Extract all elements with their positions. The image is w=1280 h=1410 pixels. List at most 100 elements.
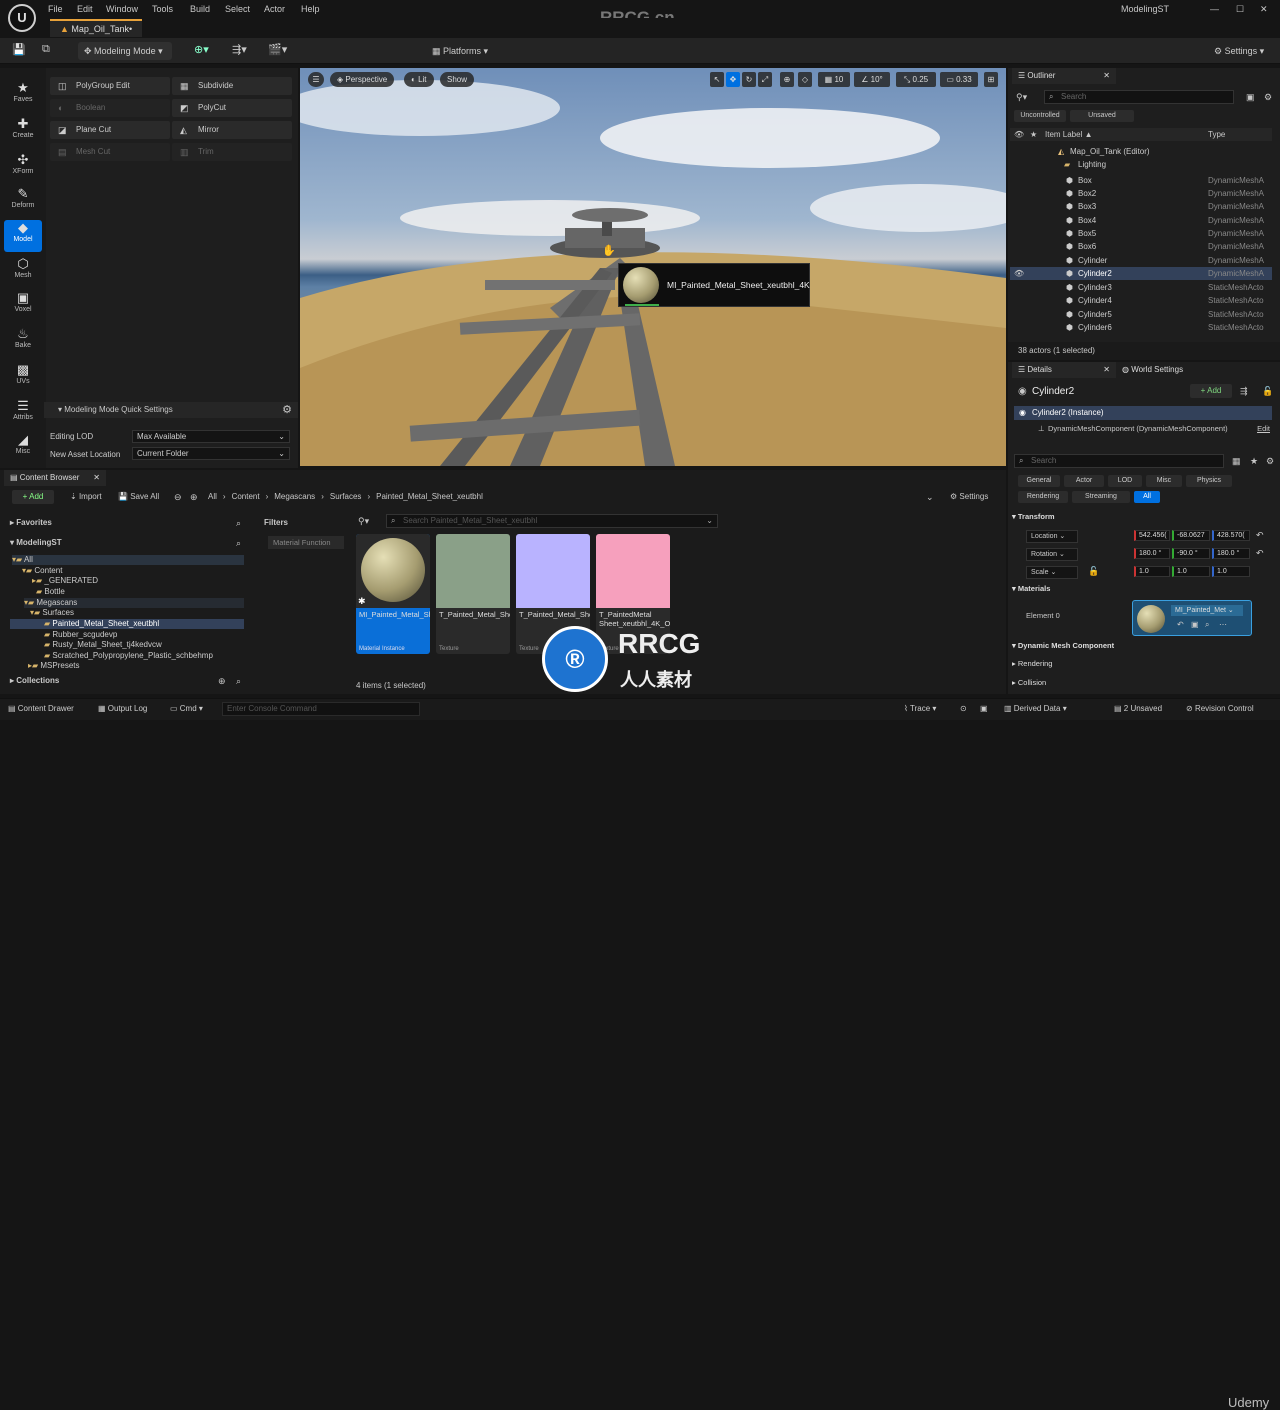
list-item[interactable]: ⬢ Box3 DynamicMeshA [1010,200,1272,213]
project-header[interactable]: ▾ ModelingST [10,538,62,547]
world-settings-tab[interactable]: ◍ World Settings [1120,362,1183,378]
polycut-tool[interactable]: ◩ PolyCut [172,99,292,117]
type-column[interactable]: Type [1208,128,1225,141]
maximize-icon[interactable]: ☐ [1236,4,1244,15]
screenshot-icon[interactable]: ▣ [980,704,988,713]
lock-icon[interactable]: 🔓 [1088,566,1099,577]
grid-snap[interactable]: ▦ 10 [818,72,850,87]
blueprint-icon[interactable]: ⇶▾ [232,43,247,56]
filter-material-function[interactable]: Material Function [268,536,344,549]
filter-rendering[interactable]: Rendering [1018,491,1068,503]
scale-y-field[interactable]: 1.0 [1172,566,1210,577]
platforms-button[interactable]: ▦ Platforms ▾ [426,42,498,60]
filter-icon[interactable]: ⚲▾ [1016,92,1027,103]
tree-item-megascans[interactable]: ▾▰ Megascans [24,598,244,608]
outliner-search-input[interactable]: ⌕ Search [1044,90,1234,104]
lock-icon[interactable]: 🔓 [1262,386,1273,397]
edit-link[interactable]: Edit [1257,422,1270,436]
add-component-button[interactable]: + Add [1190,384,1232,398]
tree-item-bottle[interactable]: ▰ Bottle [36,587,65,597]
settings-icon[interactable]: ⚙ [1266,456,1274,467]
chevron-down-icon[interactable]: ⌄ [926,492,934,503]
location-y-field[interactable]: -68.0627 [1172,530,1210,541]
reset-icon[interactable]: ↶ [1256,530,1264,541]
filter-lod[interactable]: LOD [1108,475,1142,487]
menu-help[interactable]: Help [301,4,320,14]
settings-button[interactable]: ⚙ Settings ▾ [1208,42,1274,60]
uncontrolled-filter[interactable]: Uncontrolled [1014,110,1066,122]
perspective-button[interactable]: ◈ Perspective [330,72,395,87]
scale-snap[interactable]: ⤡ 0.25 [896,72,936,87]
output-log-button[interactable]: ▦ Output Log [98,704,147,713]
subdivide-tool[interactable]: ▦ Subdivide [172,77,292,95]
list-item[interactable]: ⬢ Box6 DynamicMeshA [1010,240,1272,253]
transform-section[interactable]: ▾ Transform [1012,510,1055,524]
cinematics-icon[interactable]: 🎬▾ [268,43,287,56]
menu-file[interactable]: File [48,4,63,14]
minimize-icon[interactable]: — [1210,4,1219,14]
lit-button[interactable]: ◐ Lit [404,72,434,87]
save-icon[interactable]: 💾 [12,43,26,56]
rotation-z-field[interactable]: 180.0 ° [1212,548,1250,559]
search-icon[interactable]: ⌕ [236,538,241,549]
category-attribs[interactable]: ☰ Attribs [4,398,42,430]
rotation-y-field[interactable]: -90.0 ° [1172,548,1210,559]
category-deform[interactable]: ✎ Deform [4,186,42,218]
rendering-section[interactable]: ▸ Rendering [1012,657,1052,671]
category-faves[interactable]: ★ Faves [4,80,42,112]
rotation-x-field[interactable]: 180.0 ° [1134,548,1170,559]
filter-misc[interactable]: Misc [1146,475,1182,487]
list-item[interactable]: ⬢ Cylinder DynamicMeshA [1010,254,1272,267]
blueprint-icon[interactable]: ⇶ [1240,386,1248,397]
list-item[interactable]: ⬢ Box DynamicMeshA [1010,174,1272,187]
plane-cut-tool[interactable]: ◪ Plane Cut [50,121,170,139]
visibility-icon[interactable]: 👁 [1014,267,1024,280]
outliner-tab[interactable]: ☰ Outliner ✕ [1012,68,1116,84]
star-icon[interactable]: ★ [1250,456,1258,467]
tree-item-content[interactable]: ▾▰ Content [22,566,62,576]
console-input[interactable]: Enter Console Command [222,702,420,716]
category-xform[interactable]: ✣ XForm [4,152,42,184]
scale-z-field[interactable]: 1.0 [1212,566,1250,577]
more-icon[interactable]: ⋯ [1219,620,1227,629]
category-create[interactable]: ✚ Create [4,116,42,148]
tree-item-rubber[interactable]: ▰ Rubber_scgudevp [44,630,117,640]
location-dropdown[interactable]: Location ⌄ [1026,530,1078,543]
browse-icon[interactable]: ▣ [1191,620,1199,629]
menu-build[interactable]: Build [190,4,210,14]
record-icon[interactable]: ⊙ [960,704,967,713]
editing-lod-dropdown[interactable]: Max Available ⌄ [132,430,290,443]
category-bake[interactable]: ♨ Bake [4,326,42,358]
unsaved-button[interactable]: ▤ 2 Unsaved [1114,704,1162,713]
breadcrumb-item[interactable]: Content [232,492,260,501]
filter-general[interactable]: General [1018,475,1060,487]
add-collection-icon[interactable]: ⊕ [218,676,226,687]
asset-tile-texture[interactable]: T_Painted_Metal_Sheet_xeutbhl_4K_D Textu… [436,534,510,654]
filter-streaming[interactable]: Streaming [1072,491,1130,503]
add-actor-icon[interactable]: ⊕▾ [194,43,209,56]
close-icon[interactable]: ✕ [93,470,106,486]
surface-snap-icon[interactable]: ◇ [798,72,812,87]
map-tab[interactable]: ▲ Map_Oil_Tank• [50,19,143,37]
rotate-icon[interactable]: ↻ [742,72,756,87]
details-tab[interactable]: ☰ Details ✕ [1012,362,1116,378]
mode-selector[interactable]: ✥ Modeling Mode ▾ [78,42,172,60]
import-button[interactable]: ⇣ Import [70,492,102,501]
location-z-field[interactable]: 428.570( [1212,530,1250,541]
list-item[interactable]: ▰ Lighting [1010,158,1272,171]
cb-search-input[interactable]: ⌕ Search Painted_Metal_Sheet_xeutbhl ⌄ [386,514,718,528]
asset-tile-material[interactable]: ✱ MI_Painted_Metal_Sheet_xeutbhl_4K Mate… [356,534,430,654]
list-item-selected[interactable]: 👁 ⬢ Cylinder2 DynamicMeshA [1010,267,1272,280]
breadcrumb-item[interactable]: Surfaces [330,492,362,501]
tree-item-painted-metal[interactable]: ▰ Painted_Metal_Sheet_xeutbhl [10,619,244,629]
unsaved-filter[interactable]: Unsaved [1070,110,1134,122]
add-folder-icon[interactable]: ▣ [1246,92,1255,103]
filter-all[interactable]: All [1134,491,1160,503]
search-icon[interactable]: ⌕ [236,518,241,529]
reset-icon[interactable]: ↶ [1256,548,1264,559]
filter-actor[interactable]: Actor [1064,475,1104,487]
trim-tool[interactable]: ▥ Trim [172,143,292,161]
maximize-viewport-icon[interactable]: ⊞ [984,72,998,87]
tree-item-all[interactable]: ▾▰ All [12,555,244,565]
reset-icon[interactable]: ↶ [1177,620,1184,629]
